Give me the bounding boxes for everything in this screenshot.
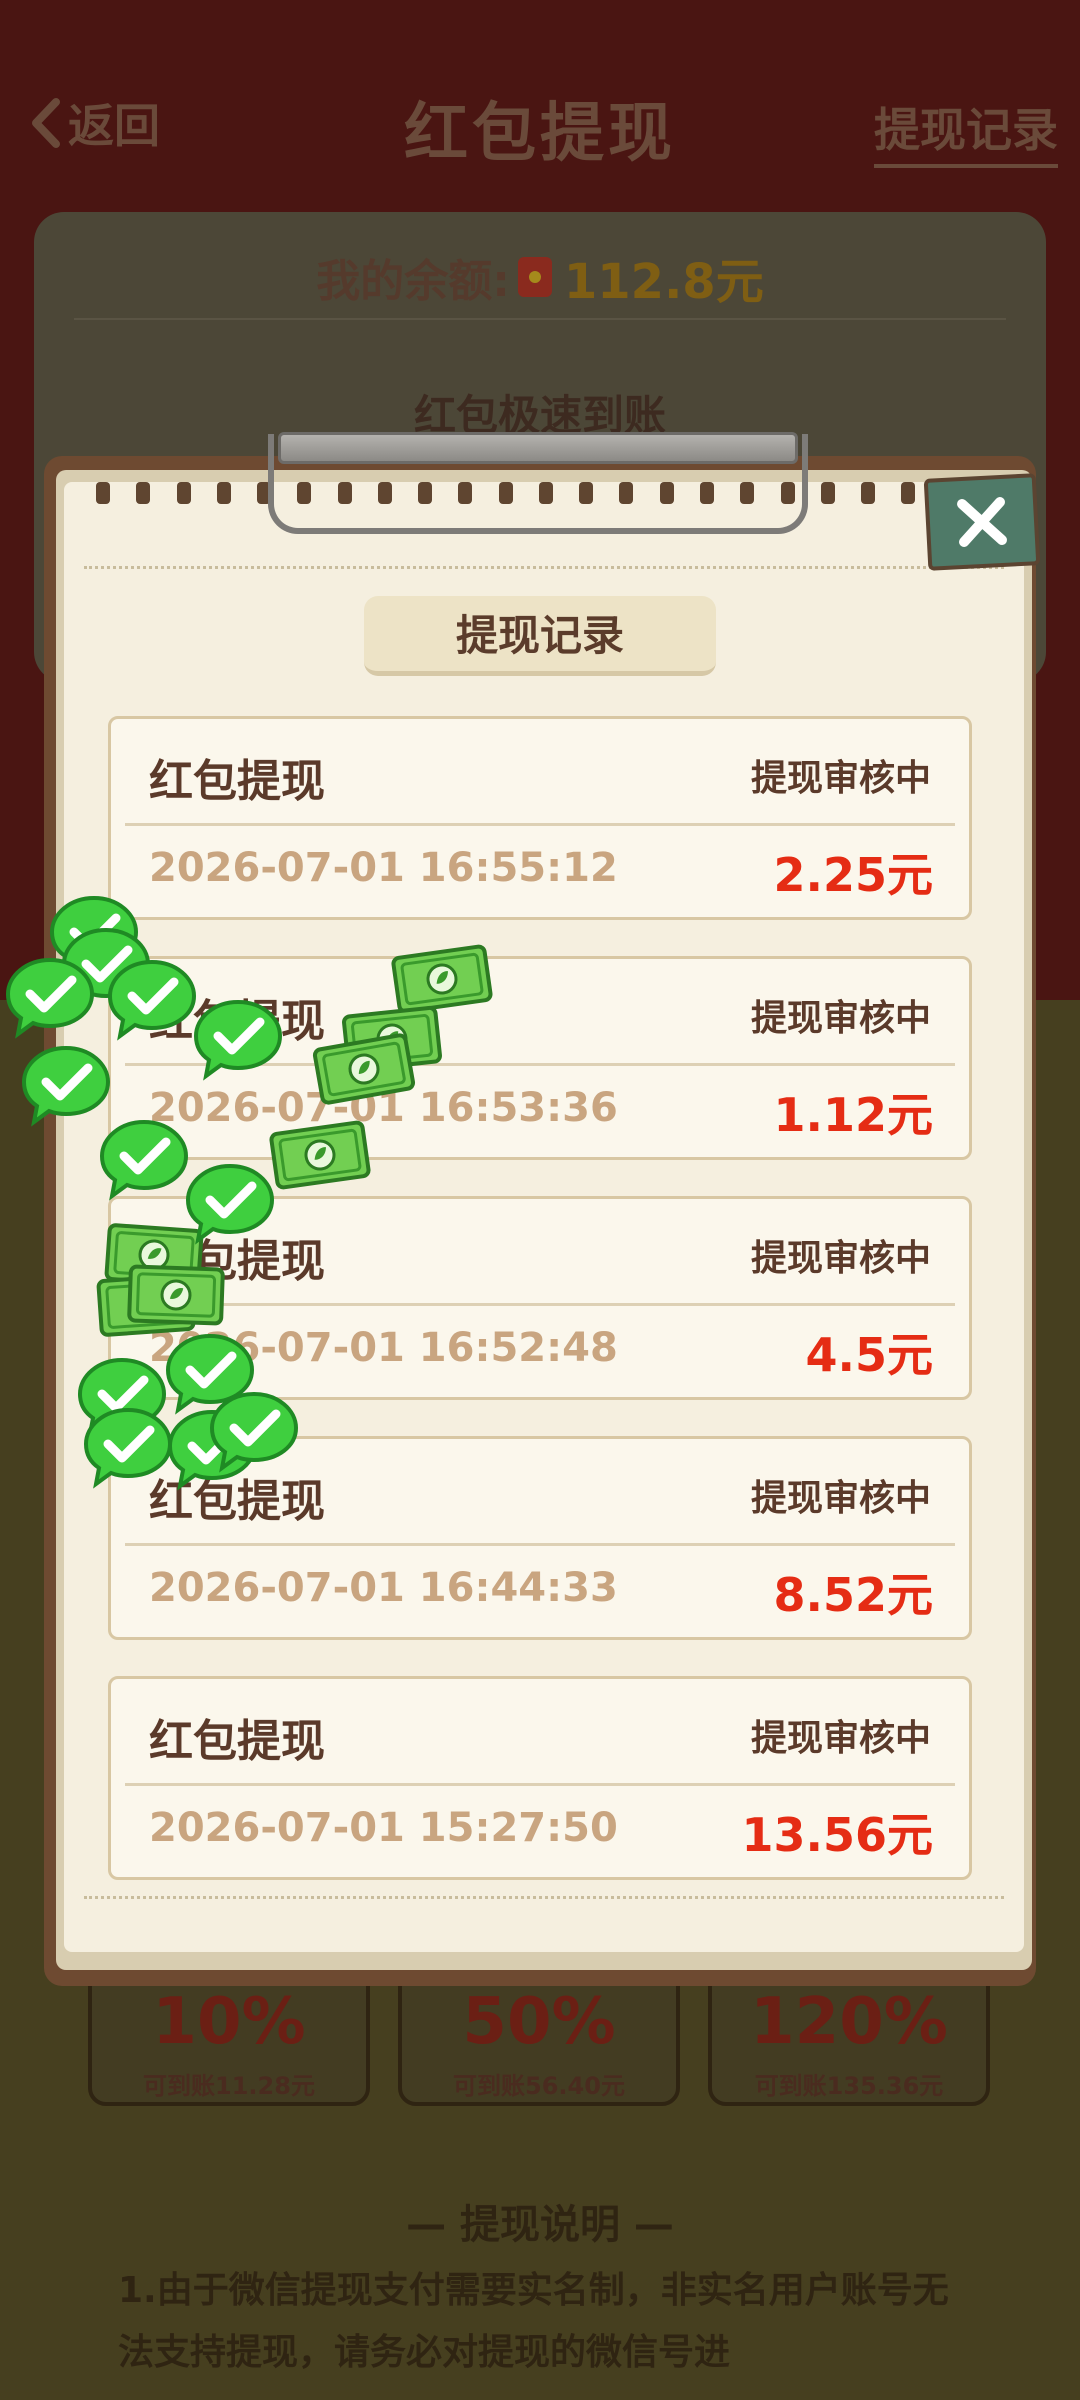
explain-text: 1.由于微信提现支付需要实名制，非实名用户账号无法支持提现，请务必对提现的微信号… [118,2270,949,2373]
wechat-check-icon [190,996,286,1082]
explain-title: — 提现说明 — [406,2202,674,2248]
dotted-divider-top [84,566,1004,569]
record-status: 提现审核中 [750,1478,931,1519]
wechat-check-icon [104,956,200,1042]
wechat-check-icon [80,1404,176,1490]
record-amount: 13.56元 [741,1808,933,1862]
record-amount: 8.52元 [773,1568,934,1622]
balance-row: 我的余额: 112.8元 [34,242,1046,312]
option-percent: 120% [750,1985,948,2059]
record-amount: 1.12元 [773,1088,934,1142]
wechat-check-icon [206,1388,302,1474]
clipboard-clip-bar [278,432,798,464]
withdraw-option-10[interactable]: 10% 可到账11.28元 [88,1968,370,2106]
red-packet-icon [517,257,552,297]
cash-bill-icon [125,1262,227,1327]
record-divider [125,823,955,826]
record-item: 红包提现 提现审核中 2026-07-01 16:55:12 2.25元 [108,716,972,920]
divider [74,318,1006,320]
record-status: 提现审核中 [750,1718,931,1759]
close-icon [957,497,1007,547]
option-desc: 可到账135.36元 [754,2072,944,2100]
balance-amount: 112.8元 [563,254,764,310]
withdraw-option-120[interactable]: 120% 可到账135.36元 [708,1968,990,2106]
wechat-check-icon [182,1160,278,1246]
withdraw-option-50[interactable]: 50% 可到账56.40元 [398,1968,680,2106]
app-header: 返回 红包提现 提现记录 [0,60,1080,190]
record-time: 2026-07-01 15:27:50 [149,1805,618,1851]
option-desc: 可到账56.40元 [453,2072,625,2100]
record-title: 红包提现 [149,1716,325,1767]
wechat-check-icon [2,954,98,1040]
record-status: 提现审核中 [750,758,931,799]
modal-title: 提现记录 [364,596,716,676]
record-amount: 4.5元 [805,1328,934,1382]
record-divider [125,1303,955,1306]
record-status: 提现审核中 [750,998,931,1039]
record-status: 提现审核中 [750,1238,931,1279]
close-button[interactable] [923,473,1041,571]
dotted-divider-bottom [84,1896,1004,1899]
record-time: 2026-07-01 16:55:12 [149,845,618,891]
withdraw-records-link[interactable]: 提现记录 [874,94,1058,168]
record-amount: 2.25元 [773,848,934,902]
option-percent: 10% [152,1985,306,2059]
record-item: 红包提现 提现审核中 2026-07-01 15:27:50 13.56元 [108,1676,972,1880]
record-divider [125,1783,955,1786]
record-time: 2026-07-01 16:44:33 [149,1565,618,1611]
option-desc: 可到账11.28元 [143,2072,315,2100]
record-title: 红包提现 [149,756,325,807]
option-percent: 50% [462,1985,616,2059]
wechat-check-icon [96,1116,192,1202]
balance-label: 我的余额: [316,256,510,307]
record-divider [125,1543,955,1546]
